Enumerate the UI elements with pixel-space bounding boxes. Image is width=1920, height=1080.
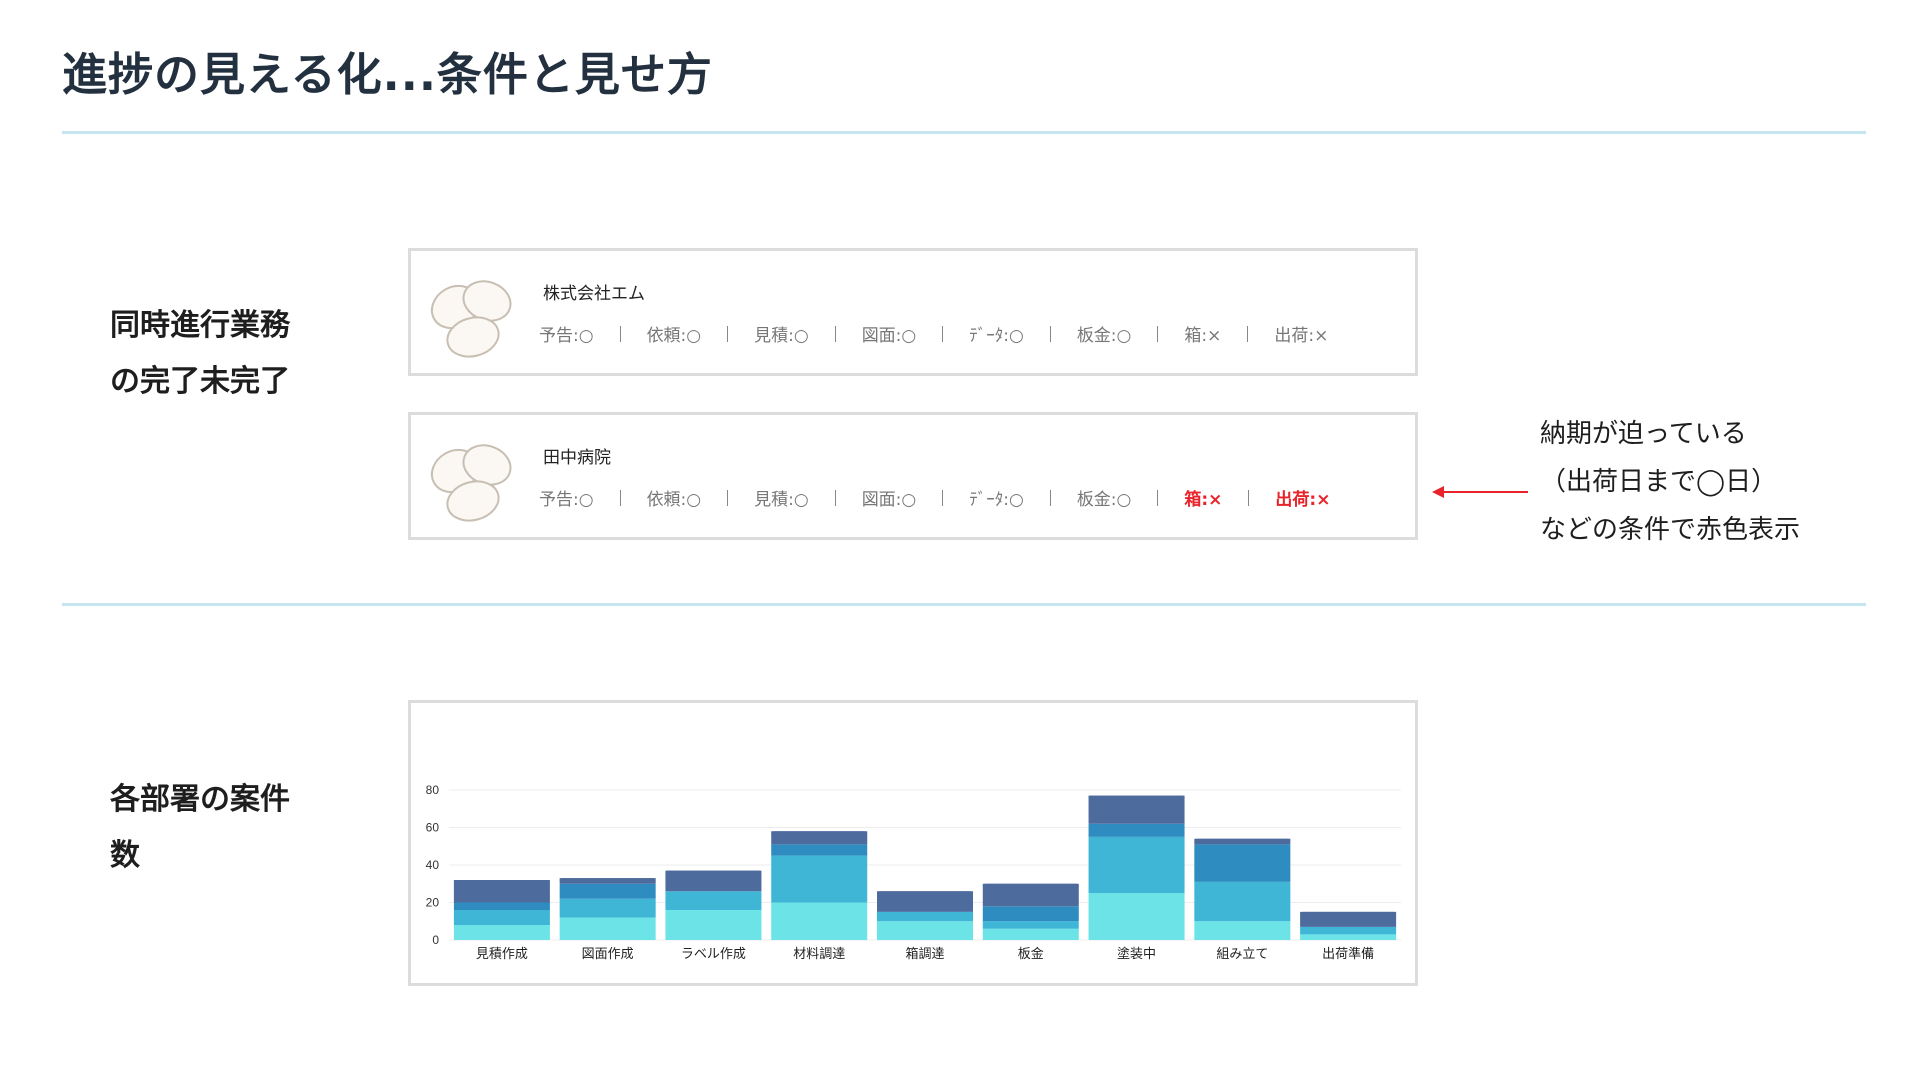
egg-icon	[430, 444, 512, 522]
bar-segment	[771, 855, 868, 903]
bar-segment	[1194, 921, 1291, 940]
status-separator	[1248, 489, 1250, 506]
section-label-progress: 同時進行業務 の完了未完了	[110, 308, 290, 399]
bar-segment	[1088, 836, 1185, 894]
bar-segment	[453, 902, 550, 910]
bar-cap	[1088, 795, 1185, 800]
card-client-name: 株式会社エム	[543, 284, 645, 304]
status-separator	[619, 489, 621, 506]
project-card-2[interactable]: 田中病院 予告:○ 依頼:○ 見積:○ 図面:○ ﾃﾞｰﾀ:○ 板金:○ 箱:×…	[408, 412, 1418, 540]
x-tick-label: 出荷準備	[1322, 946, 1374, 962]
status-shukka-alert: 出荷:×	[1275, 490, 1331, 510]
annotation-line-2: （出荷日まで◯日）	[1540, 467, 1778, 497]
bar-segment	[1194, 844, 1291, 882]
bar-segment	[559, 898, 656, 918]
status-row: 予告:○ 依頼:○ 見積:○ 図面:○ ﾃﾞｰﾀ:○ 板金:○ 箱:× 出荷:×	[539, 321, 1328, 346]
status-yokoku: 予告:○	[539, 326, 594, 346]
bar-segment	[1088, 823, 1185, 837]
bar-cap	[982, 883, 1079, 888]
department-chart: 0 20 40 60 80 見積作成 図面作成 ラベル作成 材料調達 箱調達 板金 塗装中 組み立て 出荷…	[408, 700, 1418, 986]
x-tick-label: 塗装中	[1117, 946, 1156, 962]
top-divider	[62, 131, 1866, 134]
status-separator	[727, 325, 729, 342]
bar-cap	[1300, 911, 1397, 916]
bar-cap	[877, 891, 973, 896]
y-tick-label: 60	[426, 821, 440, 835]
y-tick-label: 20	[426, 896, 440, 910]
status-separator	[834, 325, 836, 342]
status-hako: 箱:×	[1184, 326, 1222, 346]
middle-divider	[62, 603, 1866, 606]
bar-cap	[771, 831, 868, 836]
bar-segment	[453, 925, 550, 940]
y-tick-label: 40	[426, 858, 440, 872]
status-separator	[1247, 325, 1249, 342]
status-separator	[1049, 489, 1051, 506]
status-separator	[1157, 489, 1159, 506]
annotation-text: 納期が迫っている （出荷日まで◯日） などの条件で赤色表示	[1540, 410, 1800, 554]
bar-segment	[1300, 934, 1397, 940]
status-irai: 依頼:○	[646, 490, 702, 510]
status-mitsumori: 見積:○	[754, 490, 809, 510]
x-tick-label: ラベル作成	[681, 947, 746, 962]
status-separator	[942, 489, 944, 506]
status-bankin: 板金:○	[1076, 326, 1132, 346]
status-shukka: 出荷:×	[1274, 326, 1329, 346]
status-separator	[1157, 325, 1159, 342]
bar-segment	[1088, 893, 1185, 940]
page-title: 進捗の見える化...条件と見せ方	[62, 48, 713, 101]
annotation-line-3: などの条件で赤色表示	[1540, 515, 1801, 545]
stacked-bar-chart: 0 20 40 60 80 見積作成 図面作成 ラベル作成 材料調達 箱調達 板金 塗装中 組み立て 出荷…	[426, 783, 1401, 962]
bar-segment	[1300, 926, 1397, 935]
x-tick-label: 材料調達	[793, 947, 845, 962]
bar-segment	[877, 911, 973, 922]
status-hako-alert: 箱:×	[1184, 490, 1223, 510]
bar-segment	[982, 928, 1079, 940]
status-zumen: 図面:○	[861, 326, 917, 346]
bar-cap	[559, 878, 656, 883]
y-tick-label: 0	[432, 933, 439, 947]
egg-icon	[430, 280, 512, 358]
bar-segment	[982, 906, 1079, 922]
section-label-department: 各部署の案件 数	[110, 782, 290, 873]
bar-segment	[665, 910, 762, 940]
bar-segment	[453, 910, 550, 925]
status-separator	[834, 489, 836, 506]
status-zumen: 図面:○	[861, 490, 917, 510]
bar-segment	[771, 844, 868, 856]
x-tick-label: 箱調達	[905, 946, 944, 962]
bar-segment	[559, 917, 656, 940]
bar-segment	[1194, 881, 1291, 922]
status-bankin: 板金:○	[1076, 490, 1132, 510]
status-separator	[727, 489, 729, 506]
bar-cap	[1194, 838, 1291, 843]
annotation-line-1: 納期が迫っている	[1540, 419, 1747, 449]
bar-cap	[453, 880, 550, 884]
x-tick-label: 組み立て	[1216, 947, 1268, 962]
y-tick-label: 80	[426, 783, 440, 797]
status-separator	[619, 325, 621, 342]
project-card-1[interactable]: 株式会社エム 予告:○ 依頼:○ 見積:○ 図面:○ ﾃﾞｰﾀ:○ 板金:○ 箱…	[408, 248, 1418, 376]
status-data: ﾃﾞｰﾀ:○	[969, 490, 1024, 510]
bar-segment	[1088, 795, 1185, 824]
status-row: 予告:○ 依頼:○ 見積:○ 図面:○ ﾃﾞｰﾀ:○ 板金:○ 箱:× 出荷:×	[539, 485, 1330, 510]
x-tick-label: 見積作成	[476, 947, 528, 962]
status-irai: 依頼:○	[646, 326, 702, 346]
status-yokoku: 予告:○	[539, 490, 594, 510]
arrow-left-icon	[1432, 486, 1528, 498]
bar-cap	[665, 870, 762, 875]
x-tick-label: 板金	[1018, 946, 1044, 962]
bar-segment	[982, 921, 1079, 929]
bar-segment	[771, 902, 868, 940]
bar-segment	[559, 883, 656, 899]
card-client-name: 田中病院	[543, 448, 611, 468]
status-separator	[942, 325, 944, 342]
status-mitsumori: 見積:○	[754, 326, 809, 346]
status-separator	[1049, 325, 1051, 342]
x-tick-label: 図面作成	[582, 947, 634, 962]
bar-segment	[877, 921, 973, 940]
bar-segment	[665, 891, 762, 910]
status-data: ﾃﾞｰﾀ:○	[969, 326, 1024, 346]
